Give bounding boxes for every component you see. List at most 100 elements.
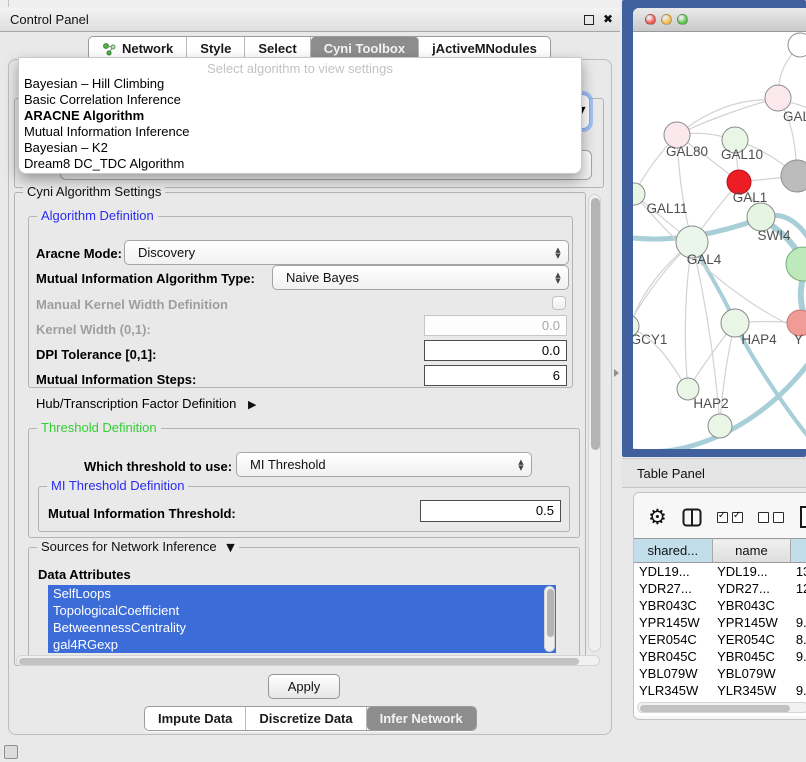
control-panel-header: Control Panel ✖	[0, 8, 620, 32]
table-cell[interactable]: YBL079W	[712, 665, 791, 682]
table-cell[interactable]: 13	[791, 563, 806, 581]
algorithm-option[interactable]: ARACNE Algorithm	[19, 108, 581, 124]
network-node[interactable]	[708, 414, 732, 438]
bottom-tab-impute-data[interactable]: Impute Data	[145, 707, 246, 730]
bottom-tab-label: Impute Data	[158, 711, 232, 726]
table-row[interactable]: YDR27...YDR27...12	[634, 580, 806, 597]
node-label: GAL11	[646, 201, 687, 216]
algorithm-option[interactable]: Bayesian – Hill Climbing	[19, 76, 581, 92]
apply-button[interactable]: Apply	[268, 674, 340, 699]
table-row[interactable]: YBL079WYBL079W	[634, 665, 806, 682]
data-attribute-item[interactable]: TopologicalCoefficient	[48, 602, 556, 619]
mi-threshold-input[interactable]: 0.5	[420, 500, 561, 522]
network-node[interactable]	[786, 247, 806, 281]
table-cell[interactable]: YDL19...	[634, 563, 712, 581]
table-cell[interactable]: YLR345W	[712, 682, 791, 699]
hub-definition-toggle[interactable]: Hub/Transcription Factor Definition ▶	[36, 396, 256, 411]
table-row[interactable]: YBR045CYBR045C9.	[634, 648, 806, 665]
table-hscrollbar[interactable]	[637, 702, 806, 713]
network-edge[interactable]	[633, 242, 692, 392]
network-node-gal[interactable]	[765, 85, 791, 111]
table-cell[interactable]: YER054C	[712, 631, 791, 648]
table-cell[interactable]: YDR27...	[634, 580, 712, 597]
table-cell[interactable]: 9.	[791, 682, 806, 699]
unchecked-checkboxes-icon[interactable]	[758, 512, 784, 523]
algorithm-option[interactable]: Basic Correlation Inference	[19, 92, 581, 108]
attributes-vscrollbar[interactable]	[544, 586, 555, 652]
data-attribute-item[interactable]: BetweennessCentrality	[48, 619, 556, 636]
algorithm-list: Bayesian – Hill ClimbingBasic Correlatio…	[19, 76, 581, 172]
table-cell[interactable]: YBR045C	[634, 648, 712, 665]
close-traffic-light[interactable]	[645, 14, 656, 25]
bottom-tab-discretize-data[interactable]: Discretize Data	[246, 707, 366, 730]
table-row[interactable]: YLR345WYLR345W9.	[634, 682, 806, 699]
split-columns-icon[interactable]	[682, 508, 702, 527]
table-cell[interactable]: YBR043C	[634, 597, 712, 614]
settings-vscrollbar[interactable]	[588, 194, 601, 652]
minimize-traffic-light[interactable]	[661, 14, 672, 25]
mi-algorithm-type-combo[interactable]: Naive Bayes ▲▼	[272, 265, 569, 290]
table-row[interactable]: YDL19...YDL19...13	[634, 563, 806, 581]
network-window-titlebar[interactable]	[633, 8, 806, 32]
table-cell[interactable]: 9.	[791, 614, 806, 631]
bottom-tab-infer-network[interactable]: Infer Network	[367, 707, 476, 730]
table-cell[interactable]	[791, 597, 806, 614]
data-attribute-item[interactable]: gal4RGexp	[48, 636, 556, 653]
data-attributes-list: SelfLoopsTopologicalCoefficientBetweenne…	[48, 585, 556, 653]
algorithm-dropdown: Select algorithm to view settings Bayesi…	[18, 57, 582, 174]
aracne-mode-combo[interactable]: Discovery ▲▼	[124, 240, 569, 265]
table-panel-header: Table Panel	[622, 458, 806, 488]
table-cell[interactable]: YER054C	[634, 631, 712, 648]
table-cell[interactable]: YPR145W	[712, 614, 791, 631]
table-cell[interactable]: YBR045C	[712, 648, 791, 665]
threshold-definition-title: Threshold Definition	[37, 420, 161, 435]
close-icon[interactable]: ✖	[603, 12, 613, 26]
stepper-arrows-icon: ▲▼	[548, 272, 568, 284]
table-cell[interactable]	[791, 665, 806, 682]
algorithm-option[interactable]: Bayesian – K2	[19, 140, 581, 156]
network-view-frame: GALGAL80GAL10GAL1GAL11SWI4GAL4GCY1HAP4YH…	[622, 0, 806, 457]
document-icon[interactable]	[799, 505, 806, 529]
sources-toggle[interactable]: Sources for Network Inference ▼	[37, 539, 239, 554]
settings-hscrollbar[interactable]	[16, 655, 600, 666]
data-attribute-item[interactable]: SelfLoops	[48, 585, 556, 602]
table-cell[interactable]: YDL19...	[712, 563, 791, 581]
table-cell[interactable]: 8.	[791, 631, 806, 648]
table-cell[interactable]: 9.	[791, 648, 806, 665]
table-row[interactable]: YBR043CYBR043C	[634, 597, 806, 614]
table-row[interactable]: YPR145WYPR145W9.	[634, 614, 806, 631]
floating-panel-icon[interactable]	[4, 745, 18, 759]
table-cell[interactable]: YBL079W	[634, 665, 712, 682]
dpi-tolerance-input[interactable]: 0.0	[424, 340, 567, 361]
network-node-swi4[interactable]	[747, 203, 775, 231]
table-row[interactable]: YER054CYER054C8.	[634, 631, 806, 648]
algorithm-option[interactable]: Mutual Information Inference	[19, 124, 581, 140]
mi-threshold-definition-title: MI Threshold Definition	[47, 478, 188, 493]
column-header[interactable]: shared...	[634, 539, 712, 563]
table-cell[interactable]: YDR27...	[712, 580, 791, 597]
network-canvas[interactable]: GALGAL80GAL10GAL1GAL11SWI4GAL4GCY1HAP4YH…	[633, 32, 806, 449]
node-label: GAL	[783, 109, 806, 124]
mi-steps-input[interactable]: 6	[424, 365, 567, 386]
splitter-collapse-handle[interactable]	[614, 369, 619, 377]
table-cell[interactable]: YLR345W	[634, 682, 712, 699]
column-header[interactable]: name	[712, 539, 791, 563]
node-label: GAL4	[687, 252, 722, 267]
algorithm-definition-title: Algorithm Definition	[37, 208, 158, 223]
table-cell[interactable]: 12	[791, 580, 806, 597]
node-label: HAP2	[693, 396, 728, 411]
gear-icon[interactable]: ⚙	[648, 507, 667, 527]
table-cell[interactable]: YBR043C	[712, 597, 791, 614]
checked-checkboxes-icon[interactable]	[717, 512, 743, 523]
network-node[interactable]	[788, 33, 806, 57]
algorithm-option[interactable]: Dream8 DC_TDC Algorithm	[19, 156, 581, 172]
kernel-width-label: Kernel Width (0,1):	[36, 322, 151, 337]
float-window-icon[interactable]	[584, 15, 594, 25]
column-header[interactable]	[791, 539, 806, 563]
network-node[interactable]	[781, 160, 806, 192]
table-cell[interactable]: YPR145W	[634, 614, 712, 631]
mi-steps-label: Mutual Information Steps:	[36, 372, 196, 387]
node-label: GAL80	[666, 144, 708, 159]
which-threshold-combo[interactable]: MI Threshold ▲▼	[236, 452, 532, 477]
zoom-traffic-light[interactable]	[677, 14, 688, 25]
